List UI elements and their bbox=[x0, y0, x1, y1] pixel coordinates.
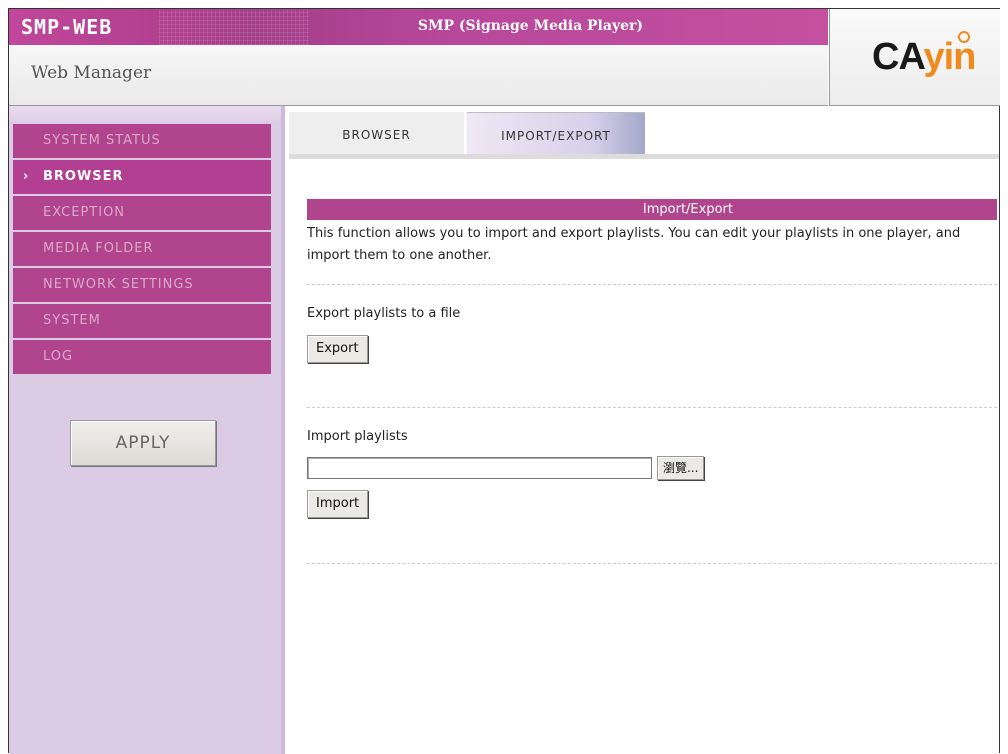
brand-logo: SMP-WEB bbox=[21, 15, 113, 39]
sidebar-item-label: NETWORK SETTINGS bbox=[43, 277, 194, 292]
export-label: Export playlists to a file bbox=[307, 306, 461, 321]
export-button[interactable]: Export bbox=[307, 335, 368, 363]
divider bbox=[307, 284, 997, 285]
cayin-logo: CAyin bbox=[872, 36, 976, 78]
divider bbox=[307, 407, 997, 408]
sidebar-item-label: LOG bbox=[43, 349, 74, 364]
import-label: Import playlists bbox=[307, 429, 408, 444]
sidebar-item-system-status[interactable]: SYSTEM STATUS bbox=[13, 124, 271, 158]
sidebar-item-label: MEDIA FOLDER bbox=[43, 241, 154, 256]
sidebar-item-network-settings[interactable]: NETWORK SETTINGS bbox=[13, 268, 271, 302]
tab-bar: BROWSER IMPORT/EXPORT bbox=[289, 112, 999, 159]
sidebar-item-system[interactable]: SYSTEM bbox=[13, 304, 271, 338]
header-grid-decoration bbox=[159, 9, 309, 45]
browse-button[interactable]: 瀏覽... bbox=[657, 456, 705, 480]
app-frame: SMP-WEB SMP (Signage Media Player) Web M… bbox=[8, 8, 1000, 754]
apply-button[interactable]: APPLY bbox=[70, 420, 216, 466]
main-content: Import/Export This function allows you t… bbox=[307, 199, 997, 267]
app-subtitle: Web Manager bbox=[31, 63, 152, 83]
sidebar: SYSTEM STATUS › BROWSER EXCEPTION MEDIA F… bbox=[9, 106, 285, 754]
divider bbox=[307, 563, 997, 564]
sidebar-item-label: BROWSER bbox=[43, 169, 124, 184]
tab-browser[interactable]: BROWSER bbox=[289, 112, 467, 154]
file-path-input[interactable] bbox=[307, 457, 652, 479]
product-title: SMP (Signage Media Player) bbox=[417, 18, 643, 34]
chevron-right-icon: › bbox=[23, 169, 30, 184]
sidebar-item-label: SYSTEM bbox=[43, 313, 101, 328]
sidebar-item-label: SYSTEM STATUS bbox=[43, 133, 161, 148]
sidebar-item-log[interactable]: LOG bbox=[13, 340, 271, 374]
sidebar-item-browser[interactable]: › BROWSER bbox=[13, 160, 271, 194]
sidebar-top bbox=[9, 106, 281, 124]
sidebar-item-label: EXCEPTION bbox=[43, 205, 126, 220]
tab-import-export[interactable]: IMPORT/EXPORT bbox=[467, 112, 645, 154]
section-title: Import/Export bbox=[307, 199, 997, 220]
description-text: This function allows you to import and e… bbox=[307, 226, 961, 263]
sidebar-item-media-folder[interactable]: MEDIA FOLDER bbox=[13, 232, 271, 266]
header-bar: SMP-WEB SMP (Signage Media Player) bbox=[9, 9, 828, 45]
logo-dot-icon bbox=[958, 31, 970, 43]
sidebar-nav: SYSTEM STATUS › BROWSER EXCEPTION MEDIA F… bbox=[13, 124, 271, 376]
sidebar-item-exception[interactable]: EXCEPTION bbox=[13, 196, 271, 230]
company-logo-area: CAyin bbox=[829, 9, 1000, 106]
import-button[interactable]: Import bbox=[307, 490, 369, 518]
